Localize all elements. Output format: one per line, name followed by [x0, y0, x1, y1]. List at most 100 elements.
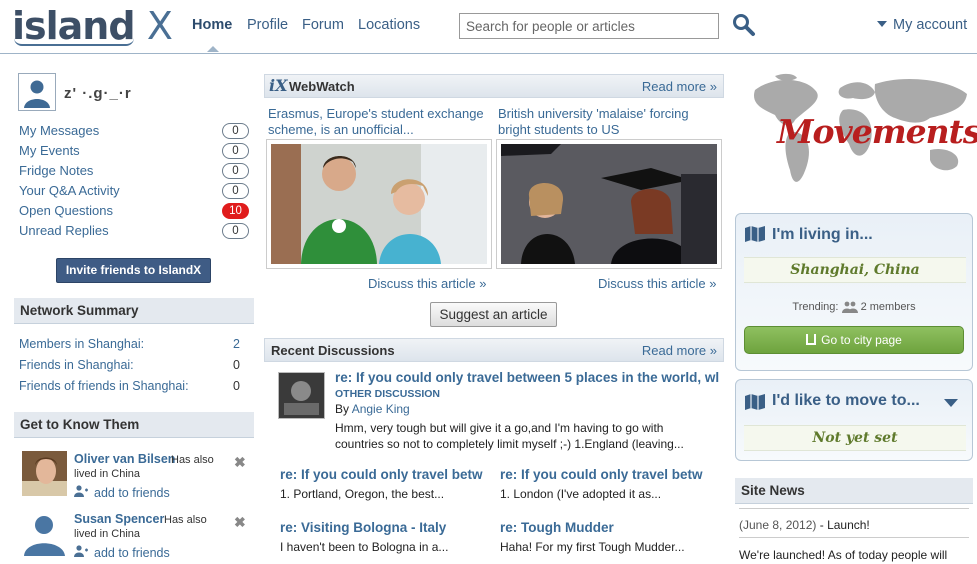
discussion-title[interactable]: re: If you could only travel betw: [500, 467, 705, 482]
chevron-down-icon[interactable]: [944, 399, 958, 407]
count-badge: 0: [222, 143, 249, 159]
chevron-down-icon: [877, 21, 887, 27]
nav-profile[interactable]: Profile: [247, 17, 288, 33]
stat-value[interactable]: 2: [228, 337, 240, 351]
person-photo[interactable]: [22, 451, 67, 496]
go-to-city-page-button[interactable]: Go to city page: [744, 326, 964, 354]
count-badge: 0: [222, 183, 249, 199]
close-icon[interactable]: ✖: [234, 514, 246, 531]
person-name[interactable]: Oliver van Bilsen: [74, 452, 175, 466]
discussion-tag[interactable]: OTHER DISCUSSION: [335, 388, 440, 400]
menu-unread-replies[interactable]: Unread Replies: [19, 223, 109, 238]
stat-label[interactable]: Friends in Shanghai:: [19, 358, 134, 372]
suggest-article-button[interactable]: Suggest an article: [430, 302, 557, 327]
discussion-title[interactable]: re: Tough Mudder: [500, 520, 705, 535]
movements-title: Movements: [777, 112, 977, 151]
add-friend-link[interactable]: add to friends: [74, 545, 170, 560]
count-badge-alert: 10: [222, 203, 249, 219]
person-info: Has also: [171, 454, 214, 466]
active-nav-indicator: [193, 42, 231, 53]
search-icon[interactable]: [732, 13, 756, 37]
nav-locations[interactable]: Locations: [358, 17, 420, 33]
discuss-article-link[interactable]: Discuss this article »: [598, 276, 716, 291]
menu-my-messages[interactable]: My Messages: [19, 123, 99, 138]
menu-my-events[interactable]: My Events: [19, 143, 80, 158]
site-news-heading: Site News: [735, 478, 973, 504]
news-text: We're launched! As of today people will: [739, 548, 948, 562]
count-badge: 0: [222, 123, 249, 139]
get-to-know-heading: Get to Know Them: [14, 412, 254, 438]
article-image-graduates[interactable]: [496, 139, 722, 269]
add-friend-link[interactable]: add to friends: [74, 485, 170, 500]
nav-forum[interactable]: Forum: [302, 17, 344, 33]
stat-label[interactable]: Friends of friends in Shanghai:: [19, 379, 189, 393]
discussion-excerpt: 1. London (I've adopted it as...: [500, 487, 662, 501]
username: z' ·.g·_·r: [64, 85, 132, 102]
network-summary-heading: Network Summary: [14, 298, 254, 324]
discussion-thumbnail[interactable]: [278, 372, 325, 419]
discussion-excerpt: 1. Portland, Oregon, the best...: [280, 487, 445, 501]
add-user-icon: [74, 485, 88, 500]
building-icon: [806, 334, 817, 345]
webwatch-icon: iX: [269, 76, 288, 95]
discussion-title[interactable]: re: Visiting Bologna - Italy: [280, 520, 485, 535]
add-user-icon: [74, 545, 88, 560]
person-name[interactable]: Susan Spencer: [74, 512, 164, 526]
article-title[interactable]: British university 'malaise' forcing bri…: [498, 106, 724, 138]
count-badge: 0: [222, 163, 249, 179]
discussion-excerpt: Hmm, very tough but will give it a go,an…: [335, 421, 664, 435]
living-city: Shanghai, China: [744, 257, 966, 283]
add-friend-label: add to friends: [94, 486, 170, 500]
news-entry: (June 8, 2012) - Launch!: [739, 518, 870, 532]
stat-value: 0: [233, 358, 240, 372]
article-image-erasmus[interactable]: [266, 139, 492, 269]
author-link[interactable]: Angie King: [352, 402, 410, 416]
nav-home[interactable]: Home: [192, 17, 232, 33]
person-photo[interactable]: [22, 511, 67, 556]
map-icon: [744, 393, 766, 414]
person-info: Has also: [164, 514, 207, 526]
logo-swoosh: [14, 38, 134, 46]
header: island X Home Profile Forum Locations My…: [0, 0, 977, 54]
my-account-menu[interactable]: My account: [877, 17, 967, 33]
move-to-city: Not yet set: [744, 425, 966, 451]
by-label: By: [335, 402, 350, 416]
count-badge: 0: [222, 223, 249, 239]
move-to-panel: I'd like to move to... Not yet set: [735, 379, 973, 461]
trending-row: Trending: 2 members: [736, 300, 972, 316]
people-icon: [841, 300, 858, 316]
person-info: lived in China: [74, 528, 141, 540]
search-input[interactable]: [459, 13, 719, 39]
avatar[interactable]: [18, 73, 56, 111]
webwatch-read-more[interactable]: Read more »: [642, 79, 717, 94]
my-account-label: My account: [893, 17, 968, 33]
move-to-title: I'd like to move to...: [772, 392, 920, 409]
living-in-panel: I'm living in... Shanghai, China Trendin…: [735, 213, 973, 371]
webwatch-header: iX WebWatch Read more »: [264, 74, 724, 98]
article-title[interactable]: Erasmus, Europe's student exchange schem…: [268, 106, 494, 138]
discussions-read-more[interactable]: Read more »: [642, 343, 717, 358]
menu-open-questions[interactable]: Open Questions: [19, 203, 113, 218]
news-headline[interactable]: - Launch!: [820, 518, 870, 532]
discussion-excerpt: countries so not to completely limit mys…: [335, 437, 684, 451]
stat-label[interactable]: Members in Shanghai:: [19, 337, 144, 351]
divider: [739, 508, 969, 509]
map-icon: [744, 225, 766, 246]
close-icon[interactable]: ✖: [234, 454, 246, 471]
menu-fridge-notes[interactable]: Fridge Notes: [19, 163, 93, 178]
divider: [739, 537, 969, 538]
featured-discussion-title[interactable]: re: If you could only travel between 5 p…: [335, 370, 720, 385]
living-in-title: I'm living in...: [772, 226, 873, 243]
menu-qa-activity[interactable]: Your Q&A Activity: [19, 183, 120, 198]
add-friend-label: add to friends: [94, 546, 170, 560]
news-date: (June 8, 2012): [739, 518, 817, 532]
recent-discussions-header: Recent Discussions Read more »: [264, 338, 724, 362]
movements-map[interactable]: Movements: [735, 70, 977, 200]
person-info: lived in China: [74, 468, 141, 480]
discussion-excerpt: Haha! For my first Tough Mudder...: [500, 540, 685, 554]
discussion-excerpt: I haven't been to Bologna in a...: [280, 540, 449, 554]
invite-friends-button[interactable]: Invite friends to IslandX: [56, 258, 211, 283]
stat-value: 0: [233, 379, 240, 393]
discuss-article-link[interactable]: Discuss this article »: [368, 276, 486, 291]
discussion-title[interactable]: re: If you could only travel betw: [280, 467, 485, 482]
